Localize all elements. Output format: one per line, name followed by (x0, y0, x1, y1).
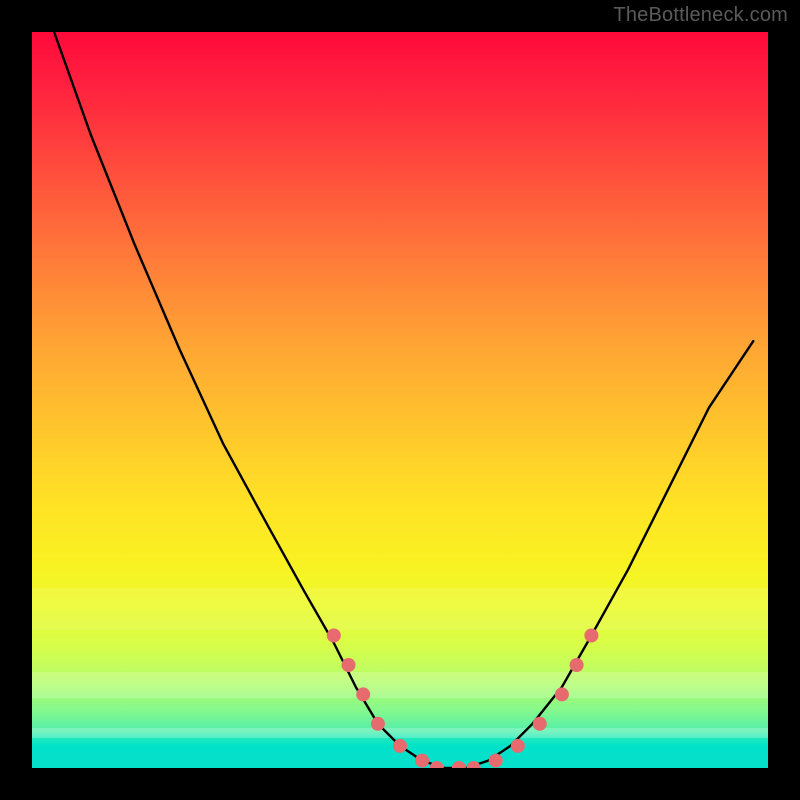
highlight-dot (584, 629, 598, 643)
highlight-dot (570, 658, 584, 672)
plot-area (32, 32, 768, 768)
watermark-text: TheBottleneck.com (613, 4, 788, 27)
highlight-dot (393, 739, 407, 753)
highlight-dot (511, 739, 525, 753)
highlight-dot (430, 761, 444, 768)
highlight-dot (415, 754, 429, 768)
highlight-dot (356, 687, 370, 701)
chart-frame: TheBottleneck.com (0, 0, 800, 800)
highlight-dot (467, 761, 481, 768)
highlight-dot (371, 717, 385, 731)
highlight-dot (342, 658, 356, 672)
highlight-dot (533, 717, 547, 731)
highlight-dots (327, 629, 599, 769)
curve-layer (32, 32, 768, 768)
highlight-dot (452, 761, 466, 768)
highlight-dot (555, 687, 569, 701)
bottleneck-curve (54, 32, 753, 768)
highlight-dot (327, 629, 341, 643)
highlight-dot (489, 754, 503, 768)
